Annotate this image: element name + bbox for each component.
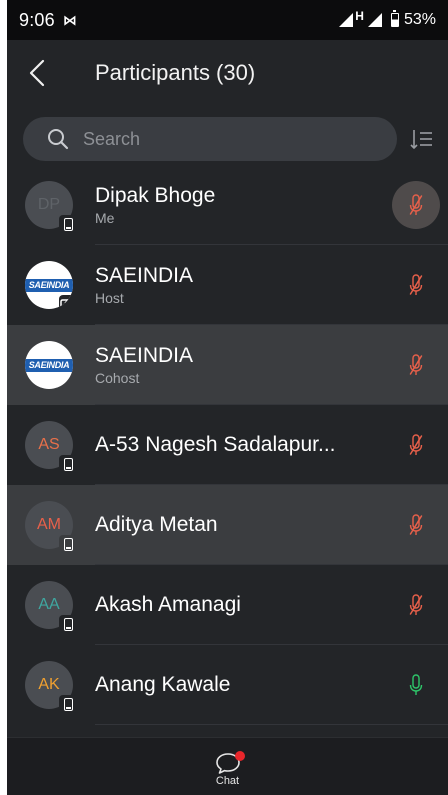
unread-indicator [234,751,245,761]
participant-info: SAEINDIA Cohost [95,344,392,386]
participant-name: SAEINDIA [95,344,194,367]
phone-icon [59,615,77,633]
status-indicators: H 53% [339,9,436,29]
participant-role: Me [95,210,115,226]
saeindia-logo: SAEINDIA [25,278,73,292]
participants-screen: 9:06 ⋈ H 53% Participants (30) Search DP… [7,0,448,795]
avatar-initials: AM [37,516,61,533]
participant-name: SAEINDIA [95,264,194,287]
mic-muted-icon [409,434,423,455]
phone-icon [59,695,77,713]
participant-name: Anang Kawale [95,673,231,696]
avatar: AK [25,661,77,713]
participant-row[interactable]: SAEINDIA SAEINDIA Host [7,245,448,325]
participant-info: Aditya Metan [95,513,392,537]
mic-status [392,261,440,309]
mic-muted-icon [409,194,423,215]
status-bar: 9:06 ⋈ H 53% [7,0,448,40]
phone-icon [59,535,77,553]
meeting-app-icon: ⋈ [62,11,77,28]
mic-muted-icon [409,274,423,295]
page-title: Participants (30) [95,60,256,85]
battery-icon [390,10,399,27]
avatar-initials: AK [38,676,60,693]
avatar: AA [25,581,77,633]
mic-unmuted-icon [409,674,423,695]
participant-row[interactable]: AS A-53 Nagesh Sadalapur... [7,405,448,485]
avatar: AM [25,501,77,553]
search-input[interactable] [83,128,343,150]
chat-label: Chat [215,775,240,787]
back-button[interactable] [7,40,67,106]
participant-info: Dipak Bhoge Me [95,184,392,226]
chevron-left-icon [29,59,45,87]
mic-status [392,661,440,709]
avatar: SAEINDIA [25,341,73,389]
mic-muted-icon [409,514,423,535]
participant-row[interactable]: DP Dipak Bhoge Me [7,165,448,245]
mic-status [392,421,440,469]
participant-info: Akash Amanagi [95,593,392,617]
network-type: H [355,9,364,23]
participant-row[interactable]: SAEINDIA SAEINDIA Cohost [7,325,448,405]
participant-info: SAEINDIA Host [95,264,392,306]
mic-status [392,341,440,389]
bottom-toolbar: Chat [7,737,448,795]
mic-toggle-button[interactable] [392,181,440,229]
mic-status [392,501,440,549]
search-box[interactable] [23,117,397,161]
signal-icon [367,13,382,27]
participant-row[interactable]: AM Aditya Metan [7,485,448,565]
participant-role: Host [95,290,124,306]
avatar-initials: AA [38,596,60,613]
search-row [23,116,448,162]
battery-percent: 53% [403,11,436,28]
participant-info: A-53 Nagesh Sadalapur... [95,433,392,457]
avatar: DP [25,181,77,233]
search-icon [48,129,69,150]
participant-info: Anang Kawale [95,673,392,697]
mic-muted-icon [409,354,423,375]
participant-name: Aditya Metan [95,513,218,536]
participant-list: DP Dipak Bhoge Me SAEINDIA SAEINDIA Host… [7,165,448,725]
participant-name: Dipak Bhoge [95,184,216,207]
chat-button[interactable]: Chat [215,746,245,787]
header: Participants (30) [7,40,448,106]
phone-icon [59,455,77,473]
participant-row[interactable]: AK Anang Kawale [7,645,448,725]
avatar-initials: DP [37,196,61,213]
participant-row[interactable]: AA Akash Amanagi [7,565,448,645]
participant-role: Cohost [95,370,140,386]
signal-icon [339,13,354,27]
avatar-initials: AS [38,436,60,453]
avatar: SAEINDIA [25,261,73,309]
avatar: AS [25,421,77,473]
sort-list-icon [410,130,432,150]
saeindia-logo: SAEINDIA [25,358,73,372]
sort-button[interactable] [407,117,437,161]
share-screen-icon [59,295,73,309]
phone-icon [59,215,77,233]
status-time: 9:06 [19,9,55,30]
participant-name: A-53 Nagesh Sadalapur... [95,433,336,456]
mic-muted-icon [409,594,423,615]
participant-name: Akash Amanagi [95,593,241,616]
mic-status [392,581,440,629]
